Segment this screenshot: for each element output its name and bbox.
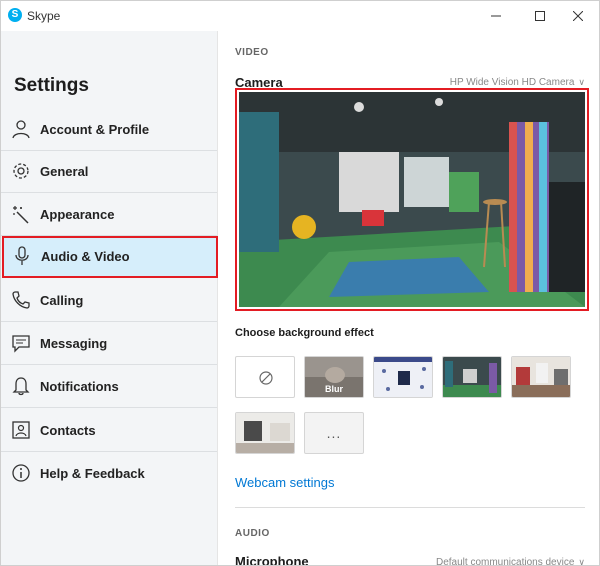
sidebar-item-label: Help & Feedback xyxy=(40,466,145,481)
chevron-down-icon: ∨ xyxy=(578,77,585,87)
audio-section-heading: AUDIO xyxy=(235,528,270,539)
microphone-select[interactable]: Default communications device ∨ xyxy=(436,557,585,566)
microphone-icon xyxy=(15,246,29,265)
sidebar-item-label: Messaging xyxy=(40,336,108,351)
sidebar-item-label: Contacts xyxy=(40,423,96,438)
maximize-icon xyxy=(535,11,545,21)
microphone-select-value: Default communications device xyxy=(436,557,575,566)
sidebar-item-general[interactable]: General xyxy=(1,151,217,193)
camera-preview xyxy=(239,92,585,307)
minimize-icon xyxy=(491,15,501,17)
webcam-settings-link[interactable]: Webcam settings xyxy=(235,475,334,490)
minimize-button[interactable] xyxy=(474,1,518,31)
settings-content: VIDEO Camera HP Wide Vision HD Camera∨ xyxy=(219,31,599,566)
sidebar-item-audio-video[interactable]: Audio & Video xyxy=(2,236,218,278)
app-title: Skype xyxy=(27,9,61,23)
more-backgrounds-button[interactable]: ... xyxy=(304,412,364,454)
sidebar-item-messaging[interactable]: Messaging xyxy=(1,323,217,365)
close-button[interactable] xyxy=(556,1,599,31)
office-room-preview-image xyxy=(512,357,570,397)
background-tile-blur[interactable]: Blur xyxy=(304,356,364,398)
chat-bubble-icon xyxy=(12,335,30,353)
background-tile-pattern[interactable] xyxy=(373,356,433,398)
contact-card-icon xyxy=(12,421,30,439)
sidebar-title: Settings xyxy=(14,75,89,96)
sidebar-item-label: Account & Profile xyxy=(40,122,150,137)
no-effect-icon xyxy=(259,371,273,385)
sidebar-item-help-feedback[interactable]: Help & Feedback xyxy=(1,453,217,495)
video-section-heading: VIDEO xyxy=(235,47,269,58)
sidebar-item-label: Calling xyxy=(40,293,84,308)
sidebar-item-label: General xyxy=(40,164,89,179)
room-white-preview-image xyxy=(236,413,294,453)
office-teal-preview-image xyxy=(443,357,501,397)
camera-select-value: HP Wide Vision HD Camera xyxy=(449,77,575,88)
background-tile-office-room[interactable] xyxy=(511,356,571,398)
sidebar-item-label: Audio & Video xyxy=(41,249,130,264)
gear-icon xyxy=(13,163,29,179)
title-bar: S Skype xyxy=(1,1,599,31)
phone-icon xyxy=(12,291,30,309)
sidebar-item-contacts[interactable]: Contacts xyxy=(1,410,217,452)
skype-window: S Skype Settings Account & Profile Gener… xyxy=(0,0,600,566)
more-icon: ... xyxy=(326,425,342,441)
settings-sidebar: Settings Account & Profile General Appea… xyxy=(1,31,218,565)
chevron-down-icon: ∨ xyxy=(578,557,585,566)
background-tile-office-teal[interactable] xyxy=(442,356,502,398)
section-divider xyxy=(235,507,585,508)
camera-preview-frame xyxy=(235,88,589,311)
sidebar-item-appearance[interactable]: Appearance xyxy=(1,194,217,236)
sidebar-item-calling[interactable]: Calling xyxy=(1,280,217,322)
background-tile-none[interactable] xyxy=(235,356,295,398)
camera-feed-image xyxy=(239,92,585,307)
sidebar-item-label: Notifications xyxy=(40,379,119,394)
magic-wand-icon xyxy=(13,206,29,224)
bell-icon xyxy=(12,377,30,396)
background-tile-room-white[interactable] xyxy=(235,412,295,454)
sidebar-item-label: Appearance xyxy=(40,207,115,222)
sidebar-item-notifications[interactable]: Notifications xyxy=(1,366,217,408)
background-effect-label: Choose background effect xyxy=(235,327,374,339)
blur-caption: Blur xyxy=(325,384,343,394)
microphone-label: Microphone xyxy=(235,554,309,566)
skype-logo-icon: S xyxy=(8,8,22,22)
info-icon xyxy=(12,464,30,482)
camera-select[interactable]: HP Wide Vision HD Camera ∨ xyxy=(450,77,585,88)
person-icon xyxy=(12,120,30,139)
pattern-preview-image xyxy=(374,357,432,397)
close-icon xyxy=(573,11,583,21)
sidebar-item-account-profile[interactable]: Account & Profile xyxy=(1,109,217,151)
